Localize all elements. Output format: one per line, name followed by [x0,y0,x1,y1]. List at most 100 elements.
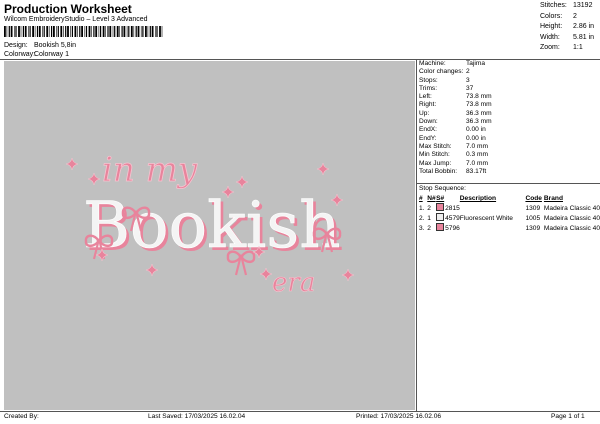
machine-row-label: Total Bobbin: [419,167,458,175]
machine-row-label: Stops: [419,76,438,84]
stop-sequence-title: Stop Sequence: [419,185,466,192]
row-description: Fluorescent White [459,214,513,222]
row-description [460,203,526,213]
header-divider [0,59,600,60]
machine-row-label: Down: [419,118,438,126]
machine-row-label: Min Stitch: [419,151,450,159]
machine-row: Right: 73.8 mm [419,101,492,109]
machine-row-value: 0.00 in [466,134,486,142]
machine-row: Left: 73.8 mm [419,93,492,101]
artwork-text-bookish: Bookish [83,189,340,263]
machine-row: Stops: 3 [419,77,492,85]
sparkle-icon [316,162,330,176]
machine-row-value: 37 [466,84,474,92]
footer-page: Page 1 of 1 [551,413,585,420]
row-needle: 2 [427,204,431,212]
panel-divider [416,59,417,411]
row-code: 1309 [525,224,541,232]
machine-row-value: 73.8 mm [466,93,492,101]
col-header-description: Description [459,195,497,202]
machine-row-label: Right: [419,101,437,109]
barcode-image [4,26,163,37]
row-needle: 1 [427,214,431,222]
machine-row: Down: 36.3 mm [419,118,492,126]
row-brand: Madeira Classic 40 [543,204,600,212]
col-header-stop: S# [436,195,445,202]
row-number: 2. [419,214,425,222]
colorway-label: Colorway: [4,51,36,58]
stop-sequence-table: # N# S# Description Code Brand 1. 2 2815 13… [419,194,600,233]
machine-row: Machine: Tajima [419,60,492,68]
row-number: 1. [419,204,425,212]
machine-row-value: 36.3 mm [466,109,492,117]
machine-row-label: Trims: [419,84,438,92]
row-stop: 5796 [436,223,460,233]
row-needle: 2 [427,224,431,232]
machine-row-label: EndY: [419,134,437,142]
sparkle-icon [341,268,355,282]
machine-row-value: Tajima [466,60,486,67]
machine-row-value: 7.0 mm [466,159,488,167]
footer-created-by: Created By: [4,413,39,420]
sparkle-icon [65,157,79,171]
machine-row: Trims: 37 [419,85,492,93]
machine-row-label: Max Jump: [419,159,452,167]
row-number: 3. [419,224,425,232]
machine-row: Total Bobbin: 83.17ft [419,168,492,176]
sparkle-icon [87,172,101,186]
stat-height: Height: 2.86 in [540,23,595,30]
colorway-value: Colorway 1 [34,51,70,58]
machine-row-label: Color changes: [419,68,464,76]
row-code: 1309 [525,204,541,212]
row-code: 1005 [525,214,541,222]
stat-width: Width: 5.81 in [540,33,595,41]
col-header-number: # [419,195,423,202]
stats-panel: Stitches: 13192 Colors: 2 Height: 2.86 in W… [540,1,594,54]
table-row: 3. 2 5796 1309 Madeira Classic 40 [419,223,600,233]
row-description [460,223,526,233]
color-swatch-icon [436,213,445,221]
machine-row: Min Stitch: 0.3 mm [419,151,492,159]
footer-divider [0,411,600,412]
design-value: Bookish 5,8in [34,42,77,49]
table-header-row: # N# S# Description Code Brand [419,194,600,203]
machine-row: Max Jump: 7.0 mm [419,160,492,168]
machine-row: EndX: 0.00 in [419,126,492,134]
artwork-text-in-my: in my [102,150,198,190]
machine-row-value: 83.17ft [466,167,487,175]
machine-row-value: 7.0 mm [466,142,488,150]
machine-row-label: Left: [419,93,432,101]
table-row: 2. 1 4579 Fluorescent White 1005 Madeira Clas… [419,213,600,223]
artwork-text-era: era [272,268,315,298]
row-brand: Madeira Classic 40 [543,224,600,232]
row-stop: 2815 [436,203,460,213]
table-row: 1. 2 2815 1309 Madeira Classic 40 [419,203,600,213]
machine-row-label: Up: [419,109,430,117]
footer-printed: Printed: 17/03/2025 16.02.06 [356,413,442,420]
machine-panel: Machine: Tajima Color changes: 2 Stops: 3 Trim… [419,60,492,176]
stop-divider [416,183,600,184]
machine-row-value: 36.3 mm [466,118,492,126]
sparkle-icon [259,267,273,281]
col-header-code: Code [525,195,542,202]
machine-row-value: 0.00 in [466,126,486,134]
col-header-needle: N# [427,195,436,202]
design-label: Design: [4,42,28,49]
machine-row-value: 73.8 mm [466,101,492,109]
machine-row-value: 2 [466,68,470,76]
stat-colors: Colors: 2 [540,12,577,20]
machine-row: Color changes: 2 [419,68,492,76]
sparkle-icon [235,175,249,189]
machine-row: EndY: 0.00 in [419,135,492,143]
footer-last-saved: Last Saved: 17/03/2025 16.02.04 [148,413,246,420]
embroidery-artwork: in my Bookish Bookish era [65,150,355,298]
col-header-brand: Brand [543,195,563,202]
machine-row: Up: 36.3 mm [419,110,492,118]
machine-row-label: EndX: [419,126,437,134]
stat-stitches: Stitches: 13192 [540,2,593,9]
row-stop: 4579 [436,213,460,223]
color-swatch-icon [436,203,445,211]
row-brand: Madeira Classic 40 [543,214,600,222]
machine-row-label: Machine: [419,60,446,67]
machine-row-value: 0.3 mm [466,151,488,159]
